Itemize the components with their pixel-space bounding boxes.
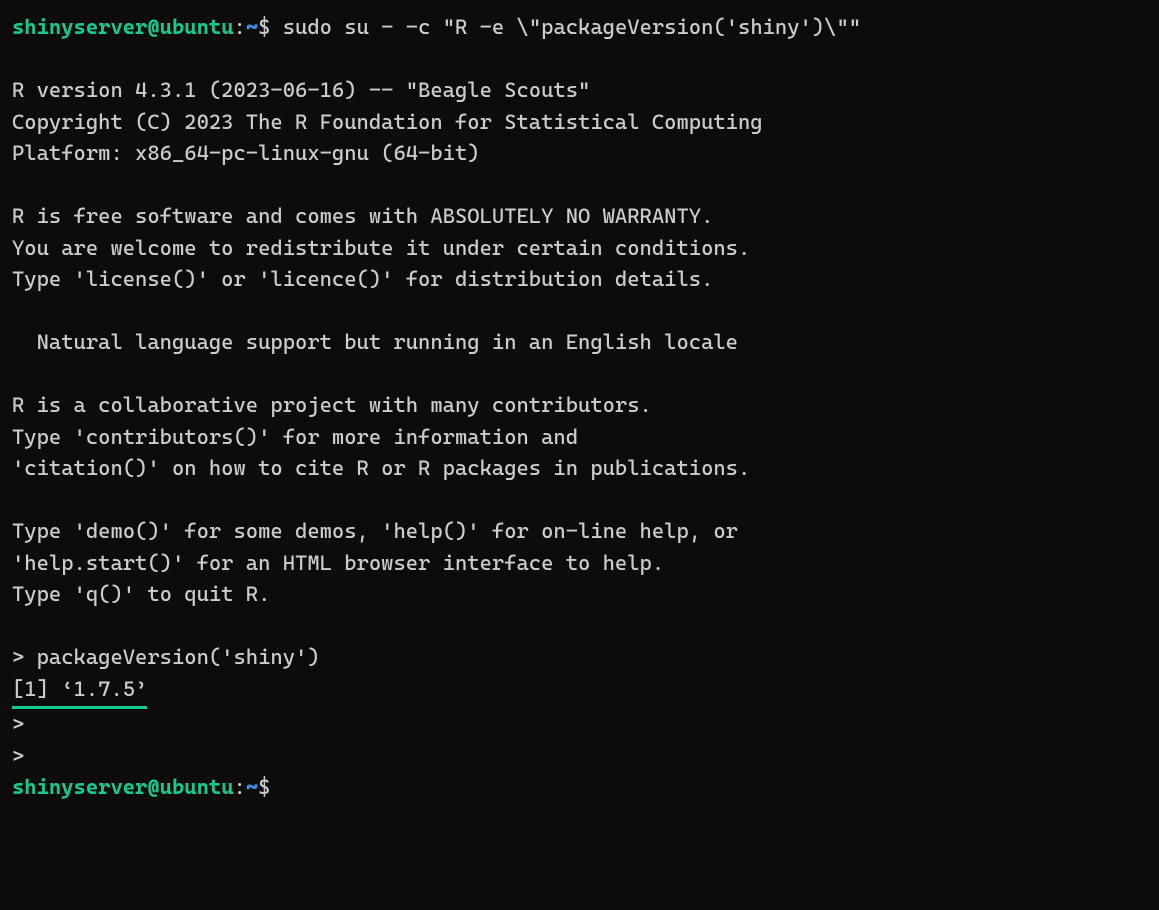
r-version-line: R version 4.3.1 (2023-06-16) -- "Beagle … bbox=[12, 78, 590, 102]
helpstart-line: 'help.start()' for an HTML browser inter… bbox=[12, 551, 664, 575]
prompt-user: shinyserver bbox=[12, 15, 147, 39]
prompt-dollar-2: $ bbox=[258, 775, 283, 799]
r-prompt-empty1: > bbox=[12, 712, 37, 736]
result-line: [1] ‘1.7.5’ bbox=[12, 677, 147, 701]
collab-line1: R is a collaborative project with many c… bbox=[12, 393, 652, 417]
r-command-line: > packageVersion('shiny') bbox=[12, 645, 320, 669]
copyright-line: Copyright (C) 2023 The R Foundation for … bbox=[12, 110, 763, 134]
r-prompt-empty2: > bbox=[12, 744, 37, 768]
warranty-line2: You are welcome to redistribute it under… bbox=[12, 236, 750, 260]
collab-line2: Type 'contributors()' for more informati… bbox=[12, 425, 578, 449]
prompt-colon-2: : bbox=[234, 775, 246, 799]
prompt-colon: : bbox=[234, 15, 246, 39]
prompt-host: @ubuntu bbox=[147, 15, 233, 39]
prompt-dollar: $ bbox=[258, 15, 283, 39]
warranty-line1: R is free software and comes with ABSOLU… bbox=[12, 204, 713, 228]
prompt-host-2: @ubuntu bbox=[147, 775, 233, 799]
platform-line: Platform: x86_64-pc-linux-gnu (64-bit) bbox=[12, 141, 480, 165]
quit-line: Type 'q()' to quit R. bbox=[12, 582, 270, 606]
citation-line: 'citation()' on how to cite R or R packa… bbox=[12, 456, 750, 480]
demo-line: Type 'demo()' for some demos, 'help()' f… bbox=[12, 519, 738, 543]
locale-line: Natural language support but running in … bbox=[12, 330, 738, 354]
command-input[interactable]: sudo su - -c "R -e \"packageVersion('shi… bbox=[283, 15, 861, 39]
prompt-path-2: ~ bbox=[246, 775, 258, 799]
prompt-user-2: shinyserver bbox=[12, 775, 147, 799]
prompt-path: ~ bbox=[246, 15, 258, 39]
license-line: Type 'license()' or 'licence()' for dist… bbox=[12, 267, 713, 291]
